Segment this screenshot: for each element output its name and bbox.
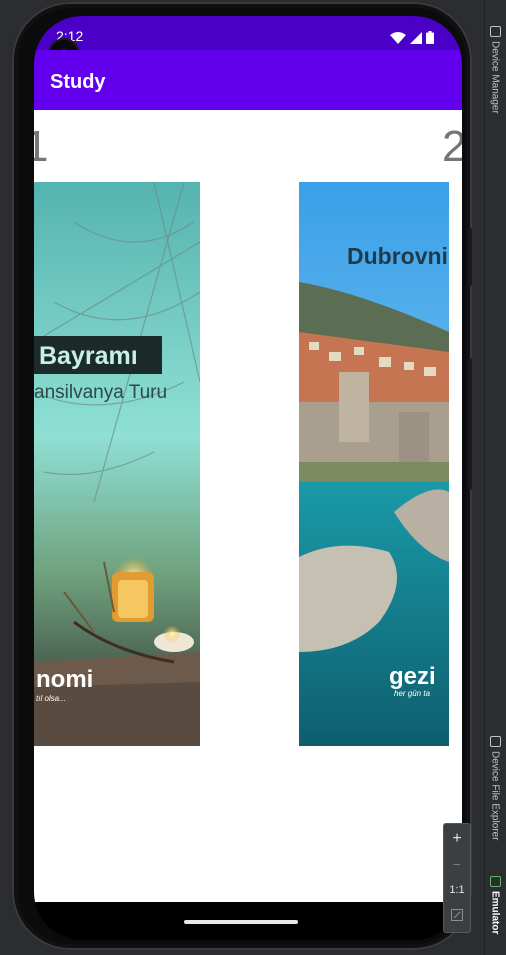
phone-screen: 2:12 Study 1 Bayramı ansilvanya Turu nom… xyxy=(34,16,462,940)
status-bar: 2:12 xyxy=(34,16,462,50)
wifi-icon xyxy=(390,32,406,44)
app-bar: Study xyxy=(34,50,462,110)
tab-device-manager-label: Device Manager xyxy=(489,41,501,114)
banner-1-subtitle: ansilvanya Turu xyxy=(34,382,167,403)
battery-icon xyxy=(426,31,434,44)
tab-emulator-label: Emulator xyxy=(489,891,501,935)
emulator-zoom-controls: + − 1:1 xyxy=(443,823,471,933)
status-icons xyxy=(390,31,434,44)
banner-card-1[interactable]: Bayramı ansilvanya Turu nomi tıl olsa... xyxy=(34,182,200,746)
volume-button[interactable] xyxy=(468,358,472,490)
banner-2-brand: gezi xyxy=(389,663,436,690)
view-pager[interactable]: 1 Bayramı ansilvanya Turu nomi tıl olsa.… xyxy=(34,110,462,902)
emulator-icon xyxy=(489,876,501,887)
tab-device-file-explorer[interactable]: Device File Explorer xyxy=(486,736,504,840)
banner-card-2[interactable]: Dubrovni gezi her gün ta xyxy=(299,182,449,746)
tab-device-file-explorer-label: Device File Explorer xyxy=(489,751,501,841)
halloween-banner-image: Bayramı ansilvanya Turu nomi tıl olsa... xyxy=(34,182,200,746)
phone-frame: 2:12 Study 1 Bayramı ansilvanya Turu nom… xyxy=(12,2,472,950)
device-manager-icon xyxy=(489,26,501,37)
actual-size-button[interactable]: 1:1 xyxy=(444,884,470,896)
banner-2-brand-tagline: her gün ta xyxy=(394,689,431,698)
cellular-signal-icon xyxy=(410,32,422,44)
file-explorer-icon xyxy=(489,736,501,747)
banner-2-headline: Dubrovni xyxy=(347,243,448,269)
power-button[interactable] xyxy=(468,228,472,286)
app-title: Study xyxy=(50,71,106,93)
zoom-in-button[interactable]: + xyxy=(444,830,470,848)
fit-screen-icon xyxy=(451,909,463,921)
banner-1-headline: Bayramı xyxy=(39,342,138,370)
tab-emulator[interactable]: Emulator xyxy=(486,876,504,934)
fit-screen-button[interactable] xyxy=(444,908,470,924)
zoom-out-button[interactable]: − xyxy=(444,856,470,872)
page-number-2: 2 xyxy=(442,122,462,171)
banner-1-brand: nomi xyxy=(36,666,93,693)
dubrovnik-banner-image: Dubrovni gezi her gün ta xyxy=(299,182,449,746)
page-number-1: 1 xyxy=(34,122,49,171)
banner-1-brand-tagline: tıl olsa... xyxy=(36,694,66,703)
navigation-bar xyxy=(34,902,462,940)
home-gesture-handle[interactable] xyxy=(184,920,298,924)
tab-device-manager[interactable]: Device Manager xyxy=(486,26,504,114)
